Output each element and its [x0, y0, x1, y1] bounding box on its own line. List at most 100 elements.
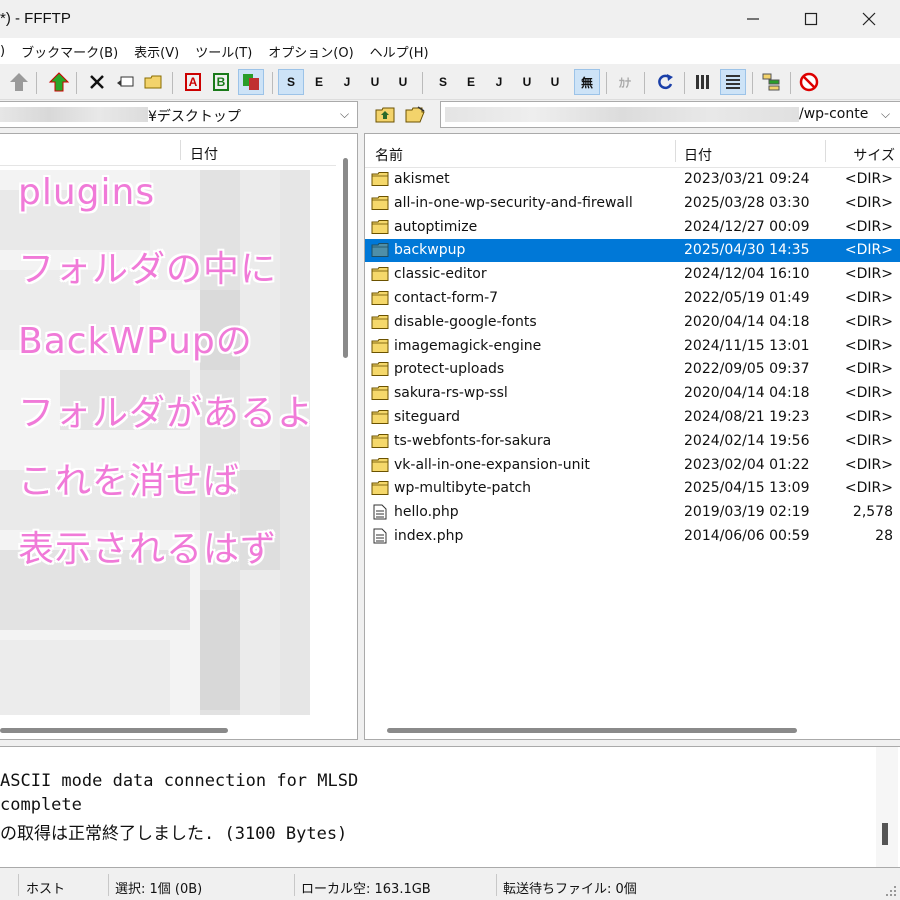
table-row[interactable]: wp-multibyte-patch 2025/04/15 13:09 <DIR>	[365, 477, 900, 500]
kanji-utf8-button[interactable]: U	[362, 69, 388, 95]
refresh-button[interactable]	[652, 69, 678, 95]
file-size: <DIR>	[844, 432, 893, 449]
menu-item-tools[interactable]: ツール(T)	[195, 42, 261, 61]
annotation-line-4: フォルダがあるよ	[18, 393, 315, 434]
table-row[interactable]: sakura-rs-wp-ssl 2020/04/14 04:18 <DIR>	[365, 382, 900, 405]
local-file-list[interactable]: 日付	[0, 133, 358, 740]
table-row[interactable]: classic-editor 2024/12/04 16:10 <DIR>	[365, 263, 900, 286]
rename-button[interactable]	[112, 69, 138, 95]
list-view-button[interactable]	[690, 69, 716, 95]
file-date: 2025/03/28 03:30	[684, 194, 810, 211]
chevron-down-icon[interactable]: ⌵	[881, 107, 890, 122]
table-row[interactable]: all-in-one-wp-security-and-firewall 2025/…	[365, 192, 900, 215]
new-folder-button[interactable]	[140, 69, 166, 95]
kanji-euc-button[interactable]: E	[306, 69, 332, 95]
minimize-icon	[747, 18, 759, 20]
table-row[interactable]: ts-webfonts-for-sakura 2024/02/14 19:56 <D…	[365, 430, 900, 453]
log-vertical-scrollbar[interactable]	[876, 747, 898, 867]
local-sjis-button[interactable]: S	[430, 69, 456, 95]
column-header-date[interactable]: 日付	[684, 145, 712, 165]
tree-view-button[interactable]	[758, 69, 784, 95]
local-euc-button[interactable]: E	[458, 69, 484, 95]
maximize-button[interactable]	[782, 0, 840, 38]
utf8-icon: U	[370, 75, 380, 89]
local-horizontal-scrollbar[interactable]	[0, 722, 356, 739]
table-row[interactable]: disable-google-fonts 2020/04/14 04:18 <DIR…	[365, 311, 900, 334]
table-row[interactable]: contact-form-7 2022/05/19 01:49 <DIR>	[365, 287, 900, 310]
table-row[interactable]: imagemagick-engine 2024/11/15 13:01 <DIR>	[365, 335, 900, 358]
file-name: hello.php	[394, 504, 459, 521]
disconnect-button[interactable]	[796, 69, 822, 95]
table-row[interactable]: protect-uploads 2022/09/05 09:37 <DIR>	[365, 358, 900, 381]
menu-item-bookmark[interactable]: ブックマーク(B)	[21, 42, 127, 61]
scroll-thumb[interactable]	[343, 158, 348, 358]
kanji-jis-button[interactable]: J	[334, 69, 360, 95]
kanji-utf8bom-button[interactable]: U	[390, 69, 416, 95]
chevron-down-icon[interactable]: ⌵	[340, 107, 349, 122]
table-row[interactable]: autoptimize 2024/12/27 00:09 <DIR>	[365, 216, 900, 239]
log-area[interactable]: ASCII mode data connection for MLSD comp…	[0, 746, 900, 868]
folder-icon	[371, 171, 389, 187]
local-utf8-button[interactable]: U	[514, 69, 540, 95]
detail-view-button[interactable]	[720, 69, 746, 95]
annotation-line-6: 表示されるはず	[18, 529, 278, 570]
ascii-mode-button[interactable]: A	[180, 69, 206, 95]
upload-button[interactable]	[46, 69, 72, 95]
folder-icon	[371, 433, 389, 449]
close-button[interactable]	[840, 0, 898, 38]
remote-file-list[interactable]: 名前 日付 サイズ akismet 2023/03/21 09:24 <DIR> al…	[364, 133, 900, 740]
menu-item-partial[interactable]: )	[0, 44, 14, 59]
ascii-icon: A	[184, 73, 202, 91]
binary-mode-button[interactable]: B	[208, 69, 234, 95]
kana-convert-button[interactable]: ｶﾅ	[612, 69, 638, 95]
minimize-button[interactable]	[724, 0, 782, 38]
remote-horizontal-scrollbar[interactable]	[365, 722, 900, 739]
scroll-thumb[interactable]	[882, 823, 888, 845]
delete-button[interactable]	[84, 69, 110, 95]
column-header-date[interactable]: 日付	[190, 144, 218, 164]
table-row[interactable]: hello.php 2019/03/19 02:19 2,578	[365, 501, 900, 524]
local-utf8bom-button[interactable]: U	[542, 69, 568, 95]
status-local-free: ローカル空: 163.1GB	[301, 882, 431, 897]
column-header-name[interactable]: 名前	[375, 145, 403, 165]
file-name: akismet	[394, 171, 450, 187]
folder-icon	[371, 314, 389, 330]
no-conversion-button[interactable]: 無	[574, 69, 600, 95]
file-size: <DIR>	[844, 409, 893, 425]
file-date: 2024/12/27 00:09	[684, 218, 810, 235]
delete-x-icon	[90, 75, 104, 89]
file-date: 2024/08/21 19:23	[684, 409, 810, 425]
column-header-size[interactable]: サイズ	[853, 145, 895, 165]
resize-grip-icon[interactable]	[884, 884, 898, 898]
table-row[interactable]: vk-all-in-one-expansion-unit 2023/02/04 0…	[365, 454, 900, 477]
menu-item-view[interactable]: 表示(V)	[134, 42, 188, 61]
table-row[interactable]: backwpup 2025/04/30 14:35 <DIR>	[365, 239, 900, 263]
file-name: index.php	[394, 528, 464, 544]
remote-path-combobox[interactable]: /wp-conte ⌵	[440, 101, 900, 128]
file-date: 2020/04/14 04:18	[684, 385, 810, 402]
auto-mode-button[interactable]	[238, 69, 264, 95]
window-title: *) - FFFTP	[0, 10, 71, 27]
scroll-thumb[interactable]	[387, 728, 797, 733]
file-name: contact-form-7	[394, 290, 499, 306]
local-vertical-scrollbar[interactable]	[338, 134, 356, 722]
local-jis-button[interactable]: J	[486, 69, 512, 95]
menu-item-options[interactable]: オプション(O)	[268, 42, 362, 61]
status-bar: ホスト 選択: 1個 (0B) ローカル空: 163.1GB 転送待ちファイル:…	[0, 870, 900, 900]
local-path-combobox[interactable]: ¥デスクトップ ⌵	[0, 101, 358, 128]
table-row[interactable]: index.php 2014/06/06 00:59 28	[365, 525, 900, 548]
menu-item-help[interactable]: ヘルプ(H)	[370, 42, 438, 61]
annotation-line-2: フォルダの中に	[18, 249, 278, 290]
table-row[interactable]: akismet 2023/03/21 09:24 <DIR>	[365, 168, 900, 191]
folder-icon	[371, 338, 389, 354]
remote-open-folder-button[interactable]	[404, 105, 426, 129]
table-row[interactable]: siteguard 2024/08/21 19:23 <DIR>	[365, 406, 900, 429]
kanji-sjis-button[interactable]: S	[278, 69, 304, 95]
scroll-thumb[interactable]	[0, 728, 228, 733]
file-date: 2024/11/15 13:01	[684, 337, 810, 354]
file-date: 2023/02/04 01:22	[684, 456, 810, 473]
file-name: imagemagick-engine	[394, 337, 542, 354]
file-size: <DIR>	[844, 218, 893, 235]
up-folder-button[interactable]	[6, 69, 32, 95]
remote-up-folder-button[interactable]	[374, 105, 396, 129]
